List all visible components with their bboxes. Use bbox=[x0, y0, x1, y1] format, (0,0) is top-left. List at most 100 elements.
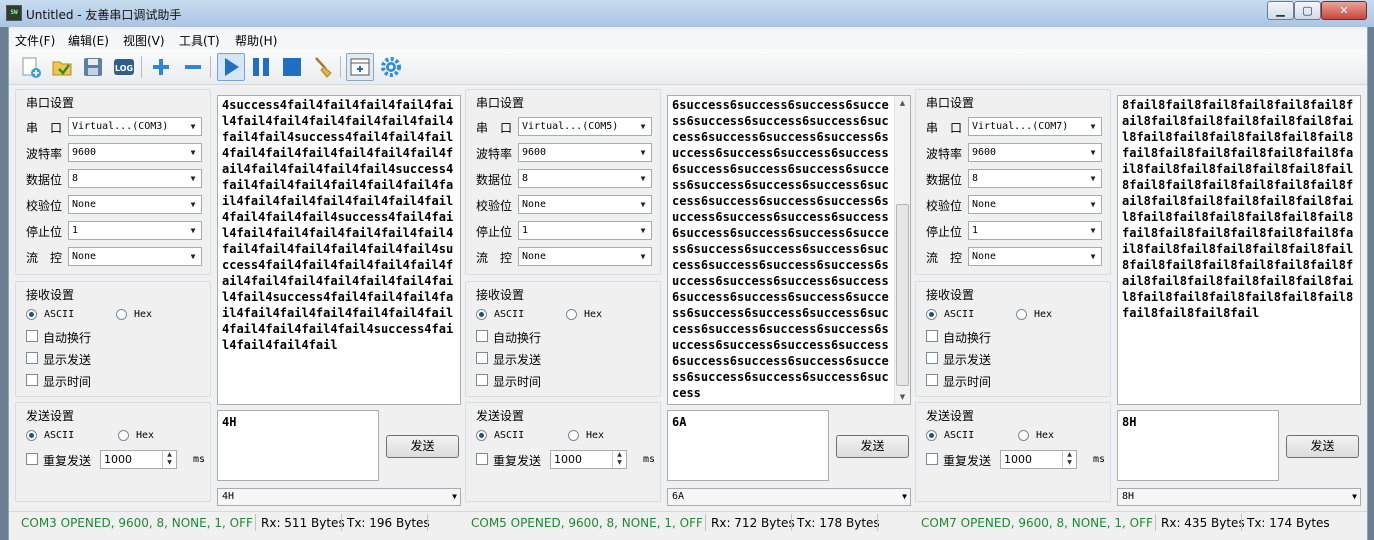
parity-select[interactable]: None ▼ bbox=[68, 195, 202, 214]
scroll-down-icon[interactable]: ▼ bbox=[895, 390, 910, 404]
send-button[interactable]: 发送 bbox=[1286, 435, 1359, 458]
remove-icon[interactable] bbox=[181, 55, 205, 79]
send-history-select[interactable]: 8H ▼ bbox=[1117, 488, 1361, 506]
autowrap-checkbox[interactable] bbox=[476, 330, 488, 342]
play-icon[interactable] bbox=[217, 53, 245, 81]
flow-select[interactable]: None ▼ bbox=[968, 247, 1102, 266]
flow-select[interactable]: None ▼ bbox=[518, 247, 652, 266]
show-send-checkbox[interactable] bbox=[476, 352, 488, 364]
group-title: 发送设置 bbox=[926, 409, 975, 423]
recv-ascii-radio[interactable] bbox=[26, 309, 37, 320]
receive-scrollbar[interactable]: ▲ ▼ bbox=[894, 96, 910, 404]
send-hex-label: Hex bbox=[136, 430, 155, 441]
recv-settings-group: 接收设置 ASCII Hex 自动换行 显示发送 显示时间 bbox=[465, 281, 661, 397]
stopbits-label: 停止位 bbox=[26, 225, 63, 239]
rx-count: Rx: 435 Bytes bbox=[1161, 516, 1245, 530]
baud-select[interactable]: 9600 ▼ bbox=[518, 143, 652, 162]
receive-area[interactable]: 6success6success6success6success6success… bbox=[667, 95, 911, 405]
save-icon[interactable] bbox=[81, 55, 105, 79]
chevron-down-icon: ▼ bbox=[1090, 174, 1096, 183]
recv-hex-label: Hex bbox=[134, 309, 153, 320]
autowrap-checkbox[interactable] bbox=[926, 330, 938, 342]
port-status: COM3 OPENED, 9600, 8, NONE, 1, OFF bbox=[21, 516, 253, 530]
send-hex-radio[interactable] bbox=[118, 430, 129, 441]
send-input[interactable]: 6A bbox=[667, 410, 829, 481]
receive-area[interactable]: 8fail8fail8fail8fail8fail8fail8fail8fail… bbox=[1117, 95, 1361, 405]
send-history-select[interactable]: 6A ▼ bbox=[667, 488, 911, 506]
recv-ascii-radio[interactable] bbox=[476, 309, 487, 320]
group-title: 接收设置 bbox=[26, 288, 75, 302]
chevron-down-icon: ▼ bbox=[1352, 492, 1357, 501]
show-send-label: 显示发送 bbox=[43, 353, 92, 367]
menu-tools[interactable]: 工具(T) bbox=[179, 32, 220, 49]
send-ascii-radio[interactable] bbox=[26, 430, 37, 441]
port-select[interactable]: Virtual...(COM5) ▼ bbox=[518, 117, 652, 136]
stopbits-select[interactable]: 1 ▼ bbox=[518, 221, 652, 240]
recv-hex-radio[interactable] bbox=[1016, 309, 1027, 320]
close-button[interactable]: ✕ bbox=[1321, 1, 1367, 20]
scrollbar-thumb[interactable] bbox=[896, 204, 909, 386]
settings-gear-icon[interactable] bbox=[379, 55, 403, 79]
recv-ascii-radio[interactable] bbox=[926, 309, 937, 320]
repeat-send-label: 重复发送 bbox=[43, 454, 92, 468]
send-hex-radio[interactable] bbox=[1018, 430, 1029, 441]
port-label: 串 口 bbox=[926, 121, 963, 135]
receive-area[interactable]: 4success4fail4fail4fail4fail4fail4fail4f… bbox=[217, 95, 461, 405]
recv-hex-radio[interactable] bbox=[116, 309, 127, 320]
parity-select[interactable]: None ▼ bbox=[518, 195, 652, 214]
send-ascii-radio[interactable] bbox=[926, 430, 937, 441]
send-input[interactable]: 4H bbox=[217, 410, 379, 481]
databits-select[interactable]: 8 ▼ bbox=[518, 169, 652, 188]
show-time-checkbox[interactable] bbox=[26, 374, 38, 386]
stopbits-select[interactable]: 1 ▼ bbox=[68, 221, 202, 240]
repeat-interval-spinner[interactable]: 1000 ▲ ▼ bbox=[550, 450, 627, 469]
show-send-checkbox[interactable] bbox=[26, 352, 38, 364]
repeat-interval-spinner[interactable]: 1000 ▲ ▼ bbox=[100, 450, 177, 469]
show-send-checkbox[interactable] bbox=[926, 352, 938, 364]
send-hex-radio[interactable] bbox=[568, 430, 579, 441]
open-icon[interactable] bbox=[50, 55, 74, 79]
tx-count: Tx: 174 Bytes bbox=[1247, 516, 1330, 530]
show-time-checkbox[interactable] bbox=[476, 374, 488, 386]
add-panel-icon[interactable] bbox=[346, 53, 374, 81]
send-button[interactable]: 发送 bbox=[386, 435, 459, 458]
new-file-icon[interactable] bbox=[19, 55, 43, 79]
send-input[interactable]: 8H bbox=[1117, 410, 1279, 481]
autowrap-checkbox[interactable] bbox=[26, 330, 38, 342]
add-icon[interactable] bbox=[149, 55, 173, 79]
menu-file[interactable]: 文件(F) bbox=[15, 32, 55, 49]
minimize-button[interactable]: ▁ bbox=[1267, 1, 1294, 20]
serial-settings-group: 串口设置 串 口 Virtual...(COM7) ▼ 波特率 9600 ▼ 数据位… bbox=[915, 89, 1111, 275]
send-button[interactable]: 发送 bbox=[836, 435, 909, 458]
menu-view[interactable]: 视图(V) bbox=[123, 32, 165, 49]
send-ascii-radio[interactable] bbox=[476, 430, 487, 441]
flow-select[interactable]: None ▼ bbox=[68, 247, 202, 266]
databits-select[interactable]: 8 ▼ bbox=[968, 169, 1102, 188]
port-label: 串 口 bbox=[26, 121, 63, 135]
send-history-select[interactable]: 4H ▼ bbox=[217, 488, 461, 506]
repeat-send-checkbox[interactable] bbox=[476, 453, 488, 465]
show-time-checkbox[interactable] bbox=[926, 374, 938, 386]
port-select[interactable]: Virtual...(COM7) ▼ bbox=[968, 117, 1102, 136]
parity-select[interactable]: None ▼ bbox=[968, 195, 1102, 214]
stopbits-select[interactable]: 1 ▼ bbox=[968, 221, 1102, 240]
menu-help[interactable]: 帮助(H) bbox=[235, 32, 277, 49]
pause-icon[interactable] bbox=[249, 55, 273, 79]
clear-broom-icon[interactable] bbox=[311, 55, 335, 79]
menu-edit[interactable]: 编辑(E) bbox=[68, 32, 109, 49]
recv-hex-radio[interactable] bbox=[566, 309, 577, 320]
tx-count: Tx: 196 Bytes bbox=[347, 516, 430, 530]
scroll-up-icon[interactable]: ▲ bbox=[895, 96, 910, 110]
stop-icon[interactable] bbox=[280, 55, 304, 79]
repeat-interval-spinner[interactable]: 1000 ▲ ▼ bbox=[1000, 450, 1077, 469]
repeat-send-label: 重复发送 bbox=[493, 454, 542, 468]
repeat-send-checkbox[interactable] bbox=[926, 453, 938, 465]
maximize-button[interactable]: ▢ bbox=[1294, 1, 1321, 20]
port-select[interactable]: Virtual...(COM3) ▼ bbox=[68, 117, 202, 136]
log-icon[interactable]: LOG bbox=[112, 55, 136, 79]
databits-select[interactable]: 8 ▼ bbox=[68, 169, 202, 188]
baud-select[interactable]: 9600 ▼ bbox=[968, 143, 1102, 162]
spinner-arrows-icon: ▲ ▼ bbox=[1062, 451, 1076, 468]
baud-select[interactable]: 9600 ▼ bbox=[68, 143, 202, 162]
repeat-send-checkbox[interactable] bbox=[26, 453, 38, 465]
